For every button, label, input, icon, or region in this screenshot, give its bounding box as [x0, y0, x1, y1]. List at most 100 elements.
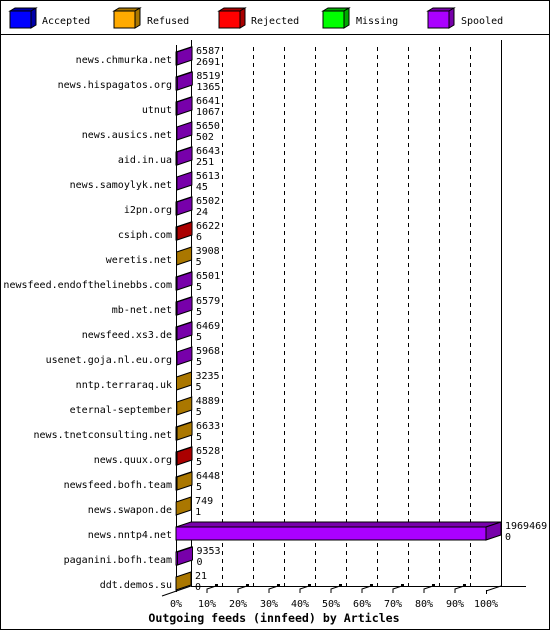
- x-tick-label: 10%: [198, 599, 216, 610]
- tick-mark-foot: [463, 584, 466, 587]
- data-label-total: 6528: [196, 446, 220, 457]
- legend-label: Rejected: [251, 16, 299, 27]
- bar-front: [175, 526, 487, 541]
- data-label-accepted: 5: [196, 457, 202, 468]
- data-label-total: 9353: [196, 546, 220, 557]
- x-tick-label: 50%: [322, 599, 340, 610]
- legend-label: Accepted: [42, 16, 90, 27]
- data-label-total: 5613: [196, 171, 220, 182]
- category-label: news.chmurka.net: [76, 55, 172, 66]
- data-label-total: 6622: [196, 221, 220, 232]
- category-label: news.hispagatos.org: [58, 80, 172, 91]
- legend-swatch-front: [113, 10, 136, 29]
- data-label-total: 3908: [196, 246, 220, 257]
- legend-swatch-front: [218, 10, 241, 29]
- data-label-accepted: 6: [196, 232, 202, 243]
- category-label: newsfeed.bofh.team: [64, 480, 172, 491]
- data-label-total: 3235: [196, 371, 220, 382]
- x-tick-label: 90%: [446, 599, 464, 610]
- category-label: news.tnetconsulting.net: [34, 430, 172, 441]
- chart-title: Outgoing feeds (innfeed) by Articles: [148, 611, 399, 625]
- data-label-accepted: 5: [196, 307, 202, 318]
- tick-mark-foot: [246, 584, 249, 587]
- x-tick-label: 60%: [353, 599, 371, 610]
- tick-mark-foot: [432, 584, 435, 587]
- tick-mark-foot: [308, 584, 311, 587]
- category-label: i2pn.org: [124, 205, 172, 216]
- tick-mark-foot: [215, 584, 218, 587]
- tick-mark-foot: [339, 584, 342, 587]
- data-label-accepted: 1067: [196, 107, 220, 118]
- legend-swatch-side: [30, 7, 37, 29]
- legend-swatch-front: [322, 10, 345, 29]
- legend-swatch-side: [134, 7, 141, 29]
- data-label-total: 6448: [196, 471, 220, 482]
- data-label-total: 6641: [196, 96, 220, 107]
- legend-label: Missing: [356, 16, 398, 27]
- chart: Accepted Refused Rejected Missing Spoole…: [0, 0, 550, 630]
- tick-mark-foot: [401, 584, 404, 587]
- data-label-accepted: 5: [196, 382, 202, 393]
- data-label-accepted: 24: [196, 207, 208, 218]
- legend-label: Spooled: [461, 16, 503, 27]
- category-label: news.swapon.de: [88, 505, 172, 516]
- tick-mark-foot: [277, 584, 280, 587]
- legend-swatch-side: [343, 7, 350, 29]
- legend-swatch-front: [427, 10, 450, 29]
- category-label: weretis.net: [106, 255, 172, 266]
- data-label-accepted: 5: [196, 482, 202, 493]
- category-label: news.ausics.net: [82, 130, 172, 141]
- data-label-accepted: 5: [196, 332, 202, 343]
- category-label: news.nntp4.net: [88, 530, 172, 541]
- legend-swatch-front: [9, 10, 32, 29]
- data-label-total: 6501: [196, 271, 220, 282]
- x-tick-label: 100%: [474, 599, 498, 610]
- category-label: ddt.demos.su: [100, 580, 172, 591]
- data-label-total: 5968: [196, 346, 220, 357]
- x-tick-label: 30%: [260, 599, 278, 610]
- data-label-accepted: 5: [196, 257, 202, 268]
- data-label-accepted: 45: [196, 182, 208, 193]
- data-label-accepted: 0: [505, 532, 511, 543]
- data-label-accepted: 5: [196, 282, 202, 293]
- category-label: csiph.com: [118, 230, 172, 241]
- category-label: usenet.goja.nl.eu.org: [46, 355, 172, 366]
- data-label-total: 6579: [196, 296, 220, 307]
- category-label: newsfeed.endofthelinebbs.com: [3, 280, 172, 291]
- data-label-accepted: 251: [196, 157, 214, 168]
- x-tick-label: 40%: [291, 599, 309, 610]
- category-label: paganini.bofh.team: [64, 555, 172, 566]
- x-tick-label: 80%: [415, 599, 433, 610]
- data-label-total: 6633: [196, 421, 220, 432]
- data-label-total: 1969469: [505, 521, 547, 532]
- data-label-total: 6643: [196, 146, 220, 157]
- category-label: news.samoylyk.net: [70, 180, 172, 191]
- data-label-accepted: 0: [195, 582, 201, 593]
- category-label: aid.in.ua: [118, 155, 172, 166]
- data-label-accepted: 1365: [196, 82, 220, 93]
- data-label-total: 5650: [196, 121, 220, 132]
- data-label-accepted: 5: [196, 407, 202, 418]
- legend-label: Refused: [147, 16, 189, 27]
- category-label: mb-net.net: [112, 305, 172, 316]
- data-label-total: 4889: [196, 396, 220, 407]
- data-label-accepted: 5: [196, 357, 202, 368]
- category-label: nntp.terraraq.uk: [76, 380, 172, 391]
- data-label-total: 749: [195, 496, 213, 507]
- x-tick-label: 20%: [229, 599, 247, 610]
- tick-mark-foot: [370, 584, 373, 587]
- bar-top: [175, 521, 502, 528]
- data-label-total: 6587: [196, 46, 220, 57]
- legend-swatch-side: [448, 7, 455, 29]
- data-label-total: 6502: [196, 196, 220, 207]
- data-label-accepted: 0: [196, 557, 202, 568]
- data-label-total: 6469: [196, 321, 220, 332]
- legend-swatch-side: [239, 7, 246, 29]
- data-label-accepted: 2691: [196, 57, 220, 68]
- category-label: utnut: [142, 105, 172, 116]
- category-label: news.quux.org: [94, 455, 172, 466]
- data-label-total: 21: [195, 571, 207, 582]
- data-label-accepted: 502: [196, 132, 214, 143]
- data-label-total: 8519: [196, 71, 220, 82]
- x-tick-label: 70%: [384, 599, 402, 610]
